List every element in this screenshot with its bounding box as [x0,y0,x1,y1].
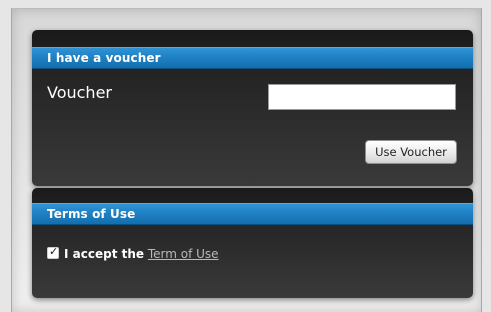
check-icon: ✓ [49,245,59,258]
page-background: I have a voucher Voucher Use Voucher Ter… [11,8,482,312]
terms-panel-header: Terms of Use [32,203,473,225]
voucher-input[interactable] [268,84,456,110]
terms-of-use-link[interactable]: Term of Use [148,247,219,261]
accept-terms-checkbox[interactable]: ✓ [47,245,59,259]
terms-accept-label: I accept the [64,247,145,261]
use-voucher-button[interactable]: Use Voucher [365,140,457,164]
terms-panel: Terms of Use ✓ I accept the Term of Use [32,188,473,298]
voucher-panel: I have a voucher Voucher Use Voucher [32,30,473,186]
voucher-panel-header: I have a voucher [32,47,473,69]
terms-accept-row: ✓ I accept the Term of Use [47,245,219,262]
voucher-field-label: Voucher [47,83,112,102]
